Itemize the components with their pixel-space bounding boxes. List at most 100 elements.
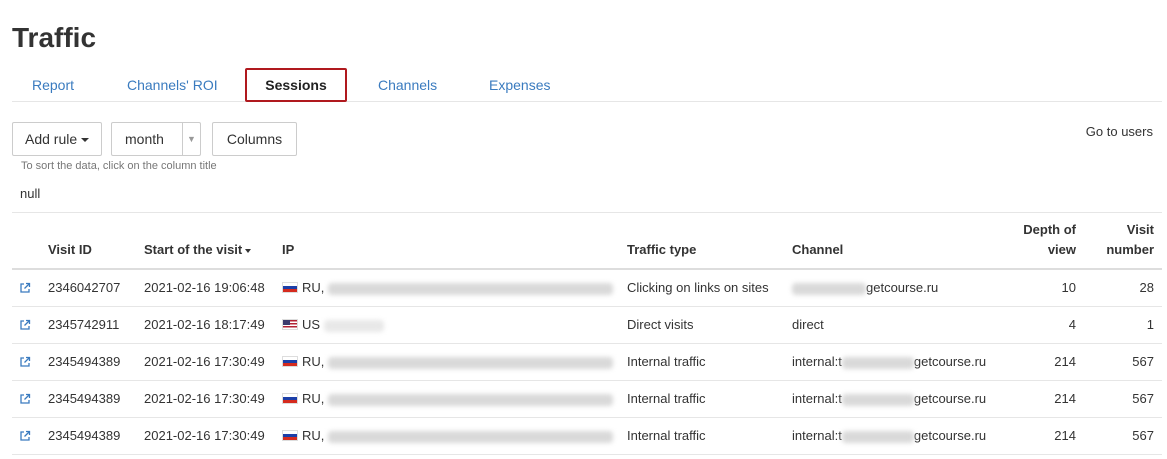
ip-cell: RU, — [282, 418, 614, 454]
channel-prefix: internal:t — [792, 428, 842, 443]
ru-flag-icon — [282, 356, 298, 368]
tab-bar: Report Channels' ROI Sessions Channels E… — [12, 68, 1162, 102]
ip-cell: RU, — [282, 270, 614, 306]
header-depth-of-view[interactable]: Depth of view — [1002, 220, 1076, 260]
header-depth-line2: view — [1047, 242, 1076, 257]
sort-caret-icon — [245, 248, 252, 253]
redacted-location — [323, 319, 384, 332]
header-channel[interactable]: Channel — [792, 240, 843, 260]
ip-cell: US — [282, 307, 384, 343]
channel-cell: getcourse.ru — [792, 270, 938, 306]
ru-flag-icon — [282, 430, 298, 442]
channel-cell: direct — [792, 307, 824, 343]
page-title: Traffic — [12, 22, 97, 53]
table-row[interactable]: 2345494389 2021-02-16 17:30:49 RU, Inter… — [12, 418, 1162, 455]
ip-country: RU, — [302, 280, 325, 295]
channel-cell: internal:t getcourse.ru — [792, 381, 986, 417]
depth-of-view: 4 — [1068, 317, 1076, 332]
ip-cell: RU, — [282, 344, 614, 380]
ru-flag-icon — [282, 282, 298, 294]
depth-of-view: 214 — [1054, 354, 1076, 369]
visit-id: 2345494389 — [48, 354, 121, 369]
traffic-type: Internal traffic — [627, 354, 706, 369]
traffic-type: Internal traffic — [627, 391, 706, 406]
header-visit-line2: number — [1106, 242, 1154, 257]
header-visit-number[interactable]: Visit number — [1082, 220, 1154, 260]
sort-hint: To sort the data, click on the column ti… — [21, 160, 217, 172]
caret-down-icon — [81, 138, 90, 143]
table-row[interactable]: 2345494389 2021-02-16 17:30:49 RU, Inter… — [12, 381, 1162, 418]
redacted-channel — [841, 430, 914, 443]
header-start-of-visit[interactable]: Start of the visit — [144, 240, 252, 260]
external-link-icon[interactable] — [19, 430, 31, 442]
redacted-location — [328, 430, 614, 443]
header-depth-line1: Depth of — [1023, 222, 1076, 237]
external-link-icon[interactable] — [19, 319, 31, 331]
redacted-channel — [792, 282, 866, 295]
period-select-value: month — [125, 131, 164, 147]
external-link-icon[interactable] — [19, 356, 31, 368]
add-rule-button[interactable]: Add rule — [12, 122, 103, 156]
visit-number: 28 — [1139, 280, 1154, 295]
us-flag-icon — [282, 319, 298, 331]
redacted-location — [328, 356, 614, 369]
visit-start: 2021-02-16 18:17:49 — [144, 317, 265, 332]
period-select[interactable]: month ▼ — [111, 122, 201, 156]
header-visit-line1: Visit — [1126, 222, 1154, 237]
chevron-down-icon: ▼ — [182, 123, 200, 155]
channel-suffix: getcourse.ru — [866, 280, 939, 295]
redacted-location — [328, 393, 614, 406]
traffic-type: Internal traffic — [627, 428, 706, 443]
table-header: Visit ID Start of the visit IP Traffic t… — [12, 213, 1162, 270]
ru-flag-icon — [282, 393, 298, 405]
table-row[interactable]: 2346042707 2021-02-16 19:06:48 RU, Click… — [12, 270, 1162, 307]
redacted-location — [328, 282, 614, 295]
channel-cell: internal:t getcourse.ru — [792, 418, 986, 454]
channel-cell: internal:t getcourse.ru — [792, 344, 986, 380]
tab-channels-roi[interactable]: Channels' ROI — [127, 68, 218, 102]
ip-country: RU, — [302, 391, 325, 406]
tab-channels[interactable]: Channels — [378, 68, 437, 102]
go-to-users-link[interactable]: Go to users — [1086, 124, 1153, 139]
tab-report[interactable]: Report — [32, 68, 74, 102]
depth-of-view: 214 — [1054, 391, 1076, 406]
visit-start: 2021-02-16 19:06:48 — [144, 280, 265, 295]
traffic-type: Direct visits — [627, 317, 694, 332]
redacted-channel — [841, 356, 914, 369]
channel-prefix: direct — [792, 317, 824, 332]
header-traffic-type[interactable]: Traffic type — [627, 240, 696, 260]
traffic-type: Clicking on links on sites — [627, 280, 769, 295]
table-row[interactable]: 2345494389 2021-02-16 17:30:49 RU, Inter… — [12, 344, 1162, 381]
channel-prefix: internal:t — [792, 354, 842, 369]
channel-suffix: getcourse.ru — [913, 391, 987, 406]
header-ip[interactable]: IP — [282, 240, 294, 260]
columns-button[interactable]: Columns — [212, 122, 297, 156]
visit-start: 2021-02-16 17:30:49 — [144, 354, 265, 369]
visit-start: 2021-02-16 17:30:49 — [144, 428, 265, 443]
table-row[interactable]: 2345742911 2021-02-16 18:17:49 US Direct… — [12, 307, 1162, 344]
header-visit-id[interactable]: Visit ID — [48, 240, 92, 260]
visit-start: 2021-02-16 17:30:49 — [144, 391, 265, 406]
visit-id: 2345494389 — [48, 428, 121, 443]
add-rule-label: Add rule — [25, 131, 78, 147]
external-link-icon[interactable] — [19, 393, 31, 405]
depth-of-view: 214 — [1054, 428, 1076, 443]
tab-sessions[interactable]: Sessions — [245, 68, 347, 102]
visit-id: 2346042707 — [48, 280, 121, 295]
visit-number: 567 — [1132, 391, 1154, 406]
ip-country: RU, — [302, 354, 325, 369]
visit-number: 1 — [1146, 317, 1154, 332]
visit-number: 567 — [1132, 354, 1154, 369]
redacted-channel — [841, 393, 914, 406]
visit-id: 2345742911 — [48, 317, 120, 332]
ip-country: RU, — [302, 428, 325, 443]
ip-cell: RU, — [282, 381, 614, 417]
tab-expenses[interactable]: Expenses — [489, 68, 550, 102]
channel-prefix: internal:t — [792, 391, 842, 406]
external-link-icon[interactable] — [19, 282, 31, 294]
channel-suffix: getcourse.ru — [913, 428, 987, 443]
header-start-label: Start of the visit — [144, 242, 243, 257]
depth-of-view: 10 — [1061, 280, 1076, 295]
null-text: null — [20, 186, 41, 201]
visit-number: 567 — [1132, 428, 1154, 443]
